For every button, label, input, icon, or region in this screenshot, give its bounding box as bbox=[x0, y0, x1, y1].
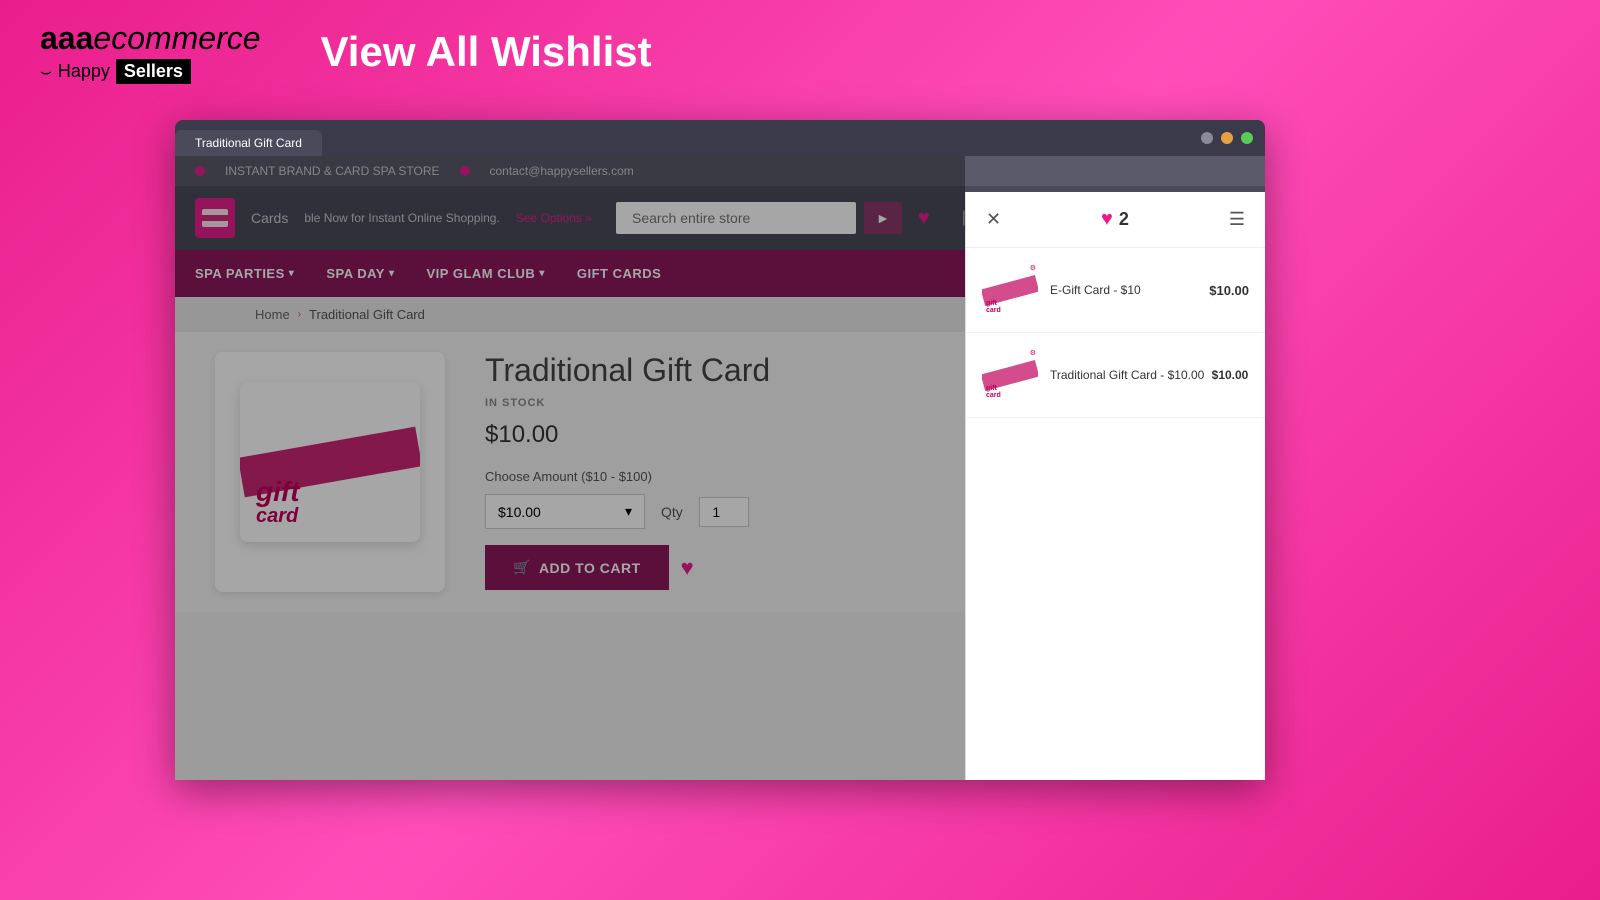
qty-input[interactable] bbox=[699, 497, 749, 527]
wishlist-count: 2 bbox=[1119, 209, 1129, 230]
notif-dot-2 bbox=[460, 166, 470, 176]
wishlist-panel: ✕ ♥ 2 ☰ giftcard ⚙ bbox=[965, 192, 1265, 780]
cart-icon-btn: 🛒 bbox=[513, 559, 531, 576]
gift-card-text: gift card bbox=[256, 478, 300, 526]
promo-text: ble Now for Instant Online Shopping. bbox=[304, 211, 499, 225]
gift-card-bg: gift card bbox=[240, 382, 420, 542]
logo-text: aaaecommerce bbox=[40, 20, 261, 57]
amount-select[interactable]: $10.00 ▾ bbox=[485, 494, 645, 529]
breadcrumb-separator: › bbox=[298, 309, 301, 320]
nav-item-vip[interactable]: VIP GLAM CLUB ▾ bbox=[427, 250, 545, 297]
browser-dot-gray bbox=[1201, 132, 1213, 144]
wishlist-item-1: giftcard ⚙ E-Gift Card - $10 $10.00 bbox=[966, 248, 1265, 333]
notif-bar: INSTANT BRAND & CARD SPA STORE contact@h… bbox=[175, 156, 1265, 186]
wishlist-item-2-name: Traditional Gift Card - $10.00 bbox=[1050, 368, 1208, 382]
logo-happy: Happy bbox=[58, 61, 110, 82]
notif-dot-1 bbox=[195, 166, 205, 176]
logo-sub: ⌣ Happy Sellers bbox=[40, 59, 261, 84]
logo-sellers: Sellers bbox=[116, 59, 191, 84]
logo: aaaecommerce ⌣ Happy Sellers bbox=[40, 20, 261, 84]
tab-label: Traditional Gift Card bbox=[195, 136, 302, 150]
store-page: INSTANT BRAND & CARD SPA STORE contact@h… bbox=[175, 156, 1265, 780]
chevron-down-icon: ▾ bbox=[289, 268, 295, 279]
search-button[interactable]: ► bbox=[864, 202, 902, 234]
see-options-link[interactable]: See Options » bbox=[516, 211, 592, 225]
nav-item-spa-day[interactable]: SPA DAY ▾ bbox=[326, 250, 394, 297]
nav-label-vip: VIP GLAM CLUB bbox=[427, 266, 536, 281]
breadcrumb-current: Traditional Gift Card bbox=[309, 307, 425, 322]
nav-label-gift-cards: GIFT CARDS bbox=[577, 266, 661, 281]
smile-icon: ⌣ bbox=[40, 61, 52, 82]
gift-card-visual: gift card bbox=[230, 372, 430, 572]
browser-dot-green bbox=[1241, 132, 1253, 144]
browser-window: Traditional Gift Card INSTANT BRAND & CA… bbox=[175, 120, 1265, 780]
notif-item-1: INSTANT BRAND & CARD SPA STORE bbox=[225, 164, 440, 178]
select-chevron-icon: ▾ bbox=[625, 503, 632, 520]
search-area: ► bbox=[616, 202, 902, 234]
add-to-cart-label: ADD TO CART bbox=[539, 560, 641, 576]
wishlist-heart-panel-icon: ♥ bbox=[1101, 208, 1113, 231]
wishlist-heart-button[interactable]: ♥ bbox=[681, 555, 694, 581]
wishlist-panel-header: ✕ ♥ 2 ☰ bbox=[966, 192, 1265, 248]
product-image: gift card bbox=[215, 352, 445, 592]
wishlist-item-1-image: giftcard ⚙ bbox=[982, 262, 1038, 318]
amount-value: $10.00 bbox=[498, 504, 541, 520]
wishlist-close-button[interactable]: ✕ bbox=[986, 209, 1001, 230]
wishlist-item-2-ribbon: giftcard ⚙ bbox=[982, 347, 1038, 403]
logo-prefix: aaa bbox=[40, 20, 93, 56]
wishlist-icon[interactable]: ♥ bbox=[918, 207, 930, 230]
wishlist-item-2-price-inline: $10.00 bbox=[1212, 368, 1249, 382]
wishlist-item-2-image: giftcard ⚙ bbox=[982, 347, 1038, 403]
wishlist-count-area: ♥ 2 bbox=[1101, 208, 1129, 231]
wishlist-item-1-ribbon: giftcard ⚙ bbox=[982, 262, 1038, 318]
page-title: View All Wishlist bbox=[321, 28, 652, 76]
browser-tab-active[interactable]: Traditional Gift Card bbox=[175, 130, 322, 156]
nav-item-spa-parties[interactable]: SPA PARTIES ▾ bbox=[195, 250, 294, 297]
nav-item-gift-cards[interactable]: GIFT CARDS bbox=[577, 250, 661, 297]
wishlist-item-1-info: E-Gift Card - $10 bbox=[1050, 281, 1197, 299]
wishlist-menu-button[interactable]: ☰ bbox=[1229, 209, 1245, 230]
nav-label-spa-parties: SPA PARTIES bbox=[195, 266, 285, 281]
chevron-down-icon-3: ▾ bbox=[539, 268, 545, 279]
browser-titlebar: Traditional Gift Card bbox=[175, 120, 1265, 156]
logo-suffix: ecommerce bbox=[93, 20, 260, 56]
store-logo bbox=[195, 198, 235, 238]
browser-tabs: Traditional Gift Card bbox=[175, 120, 322, 156]
top-bar: aaaecommerce ⌣ Happy Sellers View All Wi… bbox=[0, 0, 1600, 104]
browser-dot-orange bbox=[1221, 132, 1233, 144]
wishlist-item-2-info: Traditional Gift Card - $10.00 $10.00 bbox=[1050, 366, 1249, 384]
notif-item-2: contact@happysellers.com bbox=[490, 164, 634, 178]
wishlist-item-1-name: E-Gift Card - $10 bbox=[1050, 283, 1141, 297]
cards-label: Cards bbox=[251, 210, 288, 226]
wishlist-item-2: giftcard ⚙ Traditional Gift Card - $10.0… bbox=[966, 333, 1265, 418]
nav-label-spa-day: SPA DAY bbox=[326, 266, 385, 281]
search-input[interactable] bbox=[616, 202, 856, 234]
chevron-down-icon-2: ▾ bbox=[389, 268, 395, 279]
add-to-cart-button[interactable]: 🛒 ADD TO CART bbox=[485, 545, 669, 590]
wishlist-item-1-price: $10.00 bbox=[1209, 283, 1249, 298]
qty-label: Qty bbox=[661, 504, 683, 520]
breadcrumb-home[interactable]: Home bbox=[255, 307, 290, 322]
